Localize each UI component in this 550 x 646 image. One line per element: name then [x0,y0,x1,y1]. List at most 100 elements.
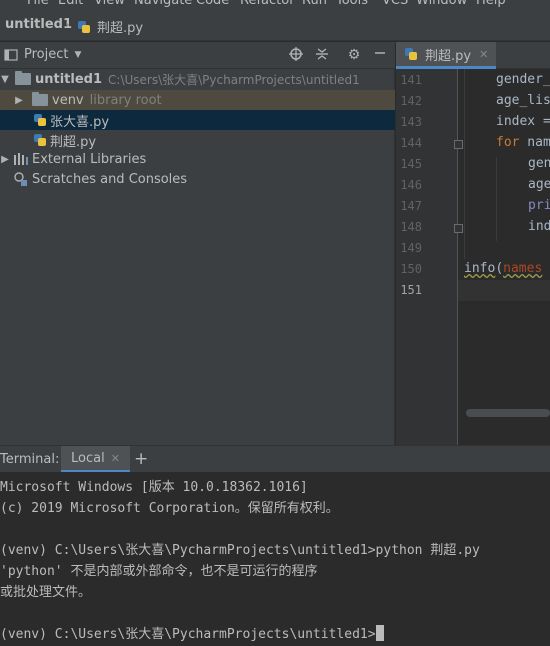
tree-item-file-label: 张大喜.py [50,114,110,130]
tree-item-root-label: untitled1 [35,71,103,87]
menu-vcs[interactable]: VCS [382,0,408,8]
chevron-right-icon: › [65,18,70,31]
project-window-icon [4,48,18,61]
collapsed-arrow-icon: ▶ [1,153,9,165]
minimize-icon[interactable] [371,46,389,64]
terminal-label: Terminal: [0,452,60,467]
tree-item-scratches[interactable]: Scratches and Consoles [0,169,395,189]
breadcrumb-file-label: 荆超.py [97,21,144,36]
line-number: 151 [400,283,422,297]
menu-window[interactable]: Window [416,0,467,8]
tree-item-file-zhangdaxi[interactable]: 张大喜.py [0,110,395,130]
line-number: 142 [400,94,422,108]
project-panel-header: Project ▼ ⚙ [0,42,395,69]
folder-icon [15,71,31,85]
menu-edit[interactable]: Edit [58,0,83,8]
project-tree: ▼ untitled1 C:\Users\张大喜\PycharmProjects… [0,69,395,445]
code-line: info(names [464,261,542,276]
tree-item-venv-note: library root [89,92,162,108]
code-line: index = [496,114,550,129]
code-line: ind [528,219,550,234]
tree-item-external-libraries-label: External Libraries [32,151,147,167]
python-file-icon [77,20,91,34]
editor-tab-jingchao[interactable]: 荆超.py ✕ [396,42,497,69]
scratches-icon [14,172,27,186]
breadcrumb-file[interactable]: 荆超.py [77,17,143,36]
line-number: 146 [400,178,422,192]
code-line: gen [528,156,550,171]
python-file-icon [33,113,47,127]
tree-item-scratches-label: Scratches and Consoles [32,171,188,187]
fold-marker-icon[interactable] [454,224,463,233]
editor-tab-bar: 荆超.py ✕ [396,42,550,69]
fold-marker-icon[interactable] [454,140,463,149]
tree-item-file-jingchao[interactable]: 荆超.py [0,130,395,150]
menu-view[interactable]: View [94,0,125,8]
indent-guide [464,69,465,259]
code-line: for nam [496,135,550,150]
terminal-line: (venv) C:\Users\张大喜\PycharmProjects\unti… [0,543,480,558]
tree-item-venv-label: venv [52,92,84,108]
tree-item-file-label: 荆超.py [50,134,97,150]
terminal-line: 'python' 不是内部或外部命令，也不是可运行的程序 [0,564,318,579]
project-view-selector[interactable]: Project ▼ [4,47,81,62]
code-fragment: nam [519,135,550,150]
line-number: 147 [400,199,422,213]
terminal-prompt-line: (venv) C:\Users\张大喜\PycharmProjects\unti… [0,623,384,642]
line-number: 144 [400,136,422,150]
dropdown-arrow-icon: ▼ [74,49,82,60]
code-line: age [528,177,550,192]
function-call-info: info [464,261,496,276]
breadcrumb-project[interactable]: untitled1 [5,17,72,32]
tree-item-root-path: C:\Users\张大喜\PycharmProjects\untitled1 [108,72,360,87]
line-number: 145 [400,157,422,171]
terminal-line: Microsoft Windows [版本 10.0.18362.1016] [0,480,308,495]
python-file-icon [404,47,418,61]
tree-item-venv[interactable]: ▶ venv library root [0,90,395,110]
add-terminal-button[interactable]: + [134,449,148,469]
terminal-prompt: (venv) C:\Users\张大喜\PycharmProjects\unti… [0,627,376,642]
terminal-cursor [375,625,384,641]
code-line: age_lis [496,93,550,108]
code-fragment: ( [495,261,504,276]
horizontal-scrollbar[interactable] [466,409,550,417]
editor-gutter: 141 142 143 144 145 146 147 148 149 150 … [396,69,458,445]
menu-tools[interactable]: Tools [336,0,368,8]
gear-icon[interactable]: ⚙ [345,46,363,64]
keyword-for: for [496,135,520,150]
collapse-all-icon[interactable] [313,46,331,64]
close-icon[interactable]: ✕ [479,48,488,61]
code-editor[interactable]: 141 142 143 144 145 146 147 148 149 150 … [396,69,550,445]
navigation-bar: untitled1 › 荆超.py [0,8,550,41]
code-line: pri [528,198,550,213]
folder-icon [32,92,48,106]
menu-bar: File Edit View Navigate Code Refactor Ru… [0,0,550,8]
indent-guide [496,157,497,241]
menu-help[interactable]: Help [476,0,506,8]
terminal-header: Terminal: Local ✕ + [0,445,550,473]
line-number: 143 [400,115,422,129]
code-parameter: names [503,261,543,276]
tree-item-external-libraries[interactable]: ▶ External Libraries [0,149,395,169]
terminal-line: (c) 2019 Microsoft Corporation。保留所有权利。 [0,501,339,516]
tree-item-root[interactable]: ▼ untitled1 C:\Users\张大喜\PycharmProjects… [0,69,395,89]
python-file-icon [33,133,47,147]
collapsed-arrow-icon: ▶ [15,94,23,106]
project-panel-title: Project [24,47,69,62]
line-number: 150 [400,262,422,276]
close-icon[interactable]: ✕ [111,452,120,465]
line-number: 141 [400,73,422,87]
locate-file-icon[interactable] [287,46,305,64]
editor-tab-label: 荆超.py [425,48,472,64]
menu-refactor[interactable]: Refactor [240,0,295,8]
menu-file[interactable]: File [27,0,49,8]
terminal-tab-label: Local [71,450,105,466]
terminal-tab-local[interactable]: Local ✕ [61,446,130,473]
library-icon [14,153,28,165]
menu-navigate[interactable]: Navigate [134,0,192,8]
terminal-output[interactable]: Microsoft Windows [版本 10.0.18362.1016] (… [0,472,550,646]
code-line: gender_ [496,72,550,87]
expanded-arrow-icon: ▼ [1,73,9,85]
menu-code[interactable]: Code [196,0,229,8]
menu-run[interactable]: Run [302,0,327,8]
